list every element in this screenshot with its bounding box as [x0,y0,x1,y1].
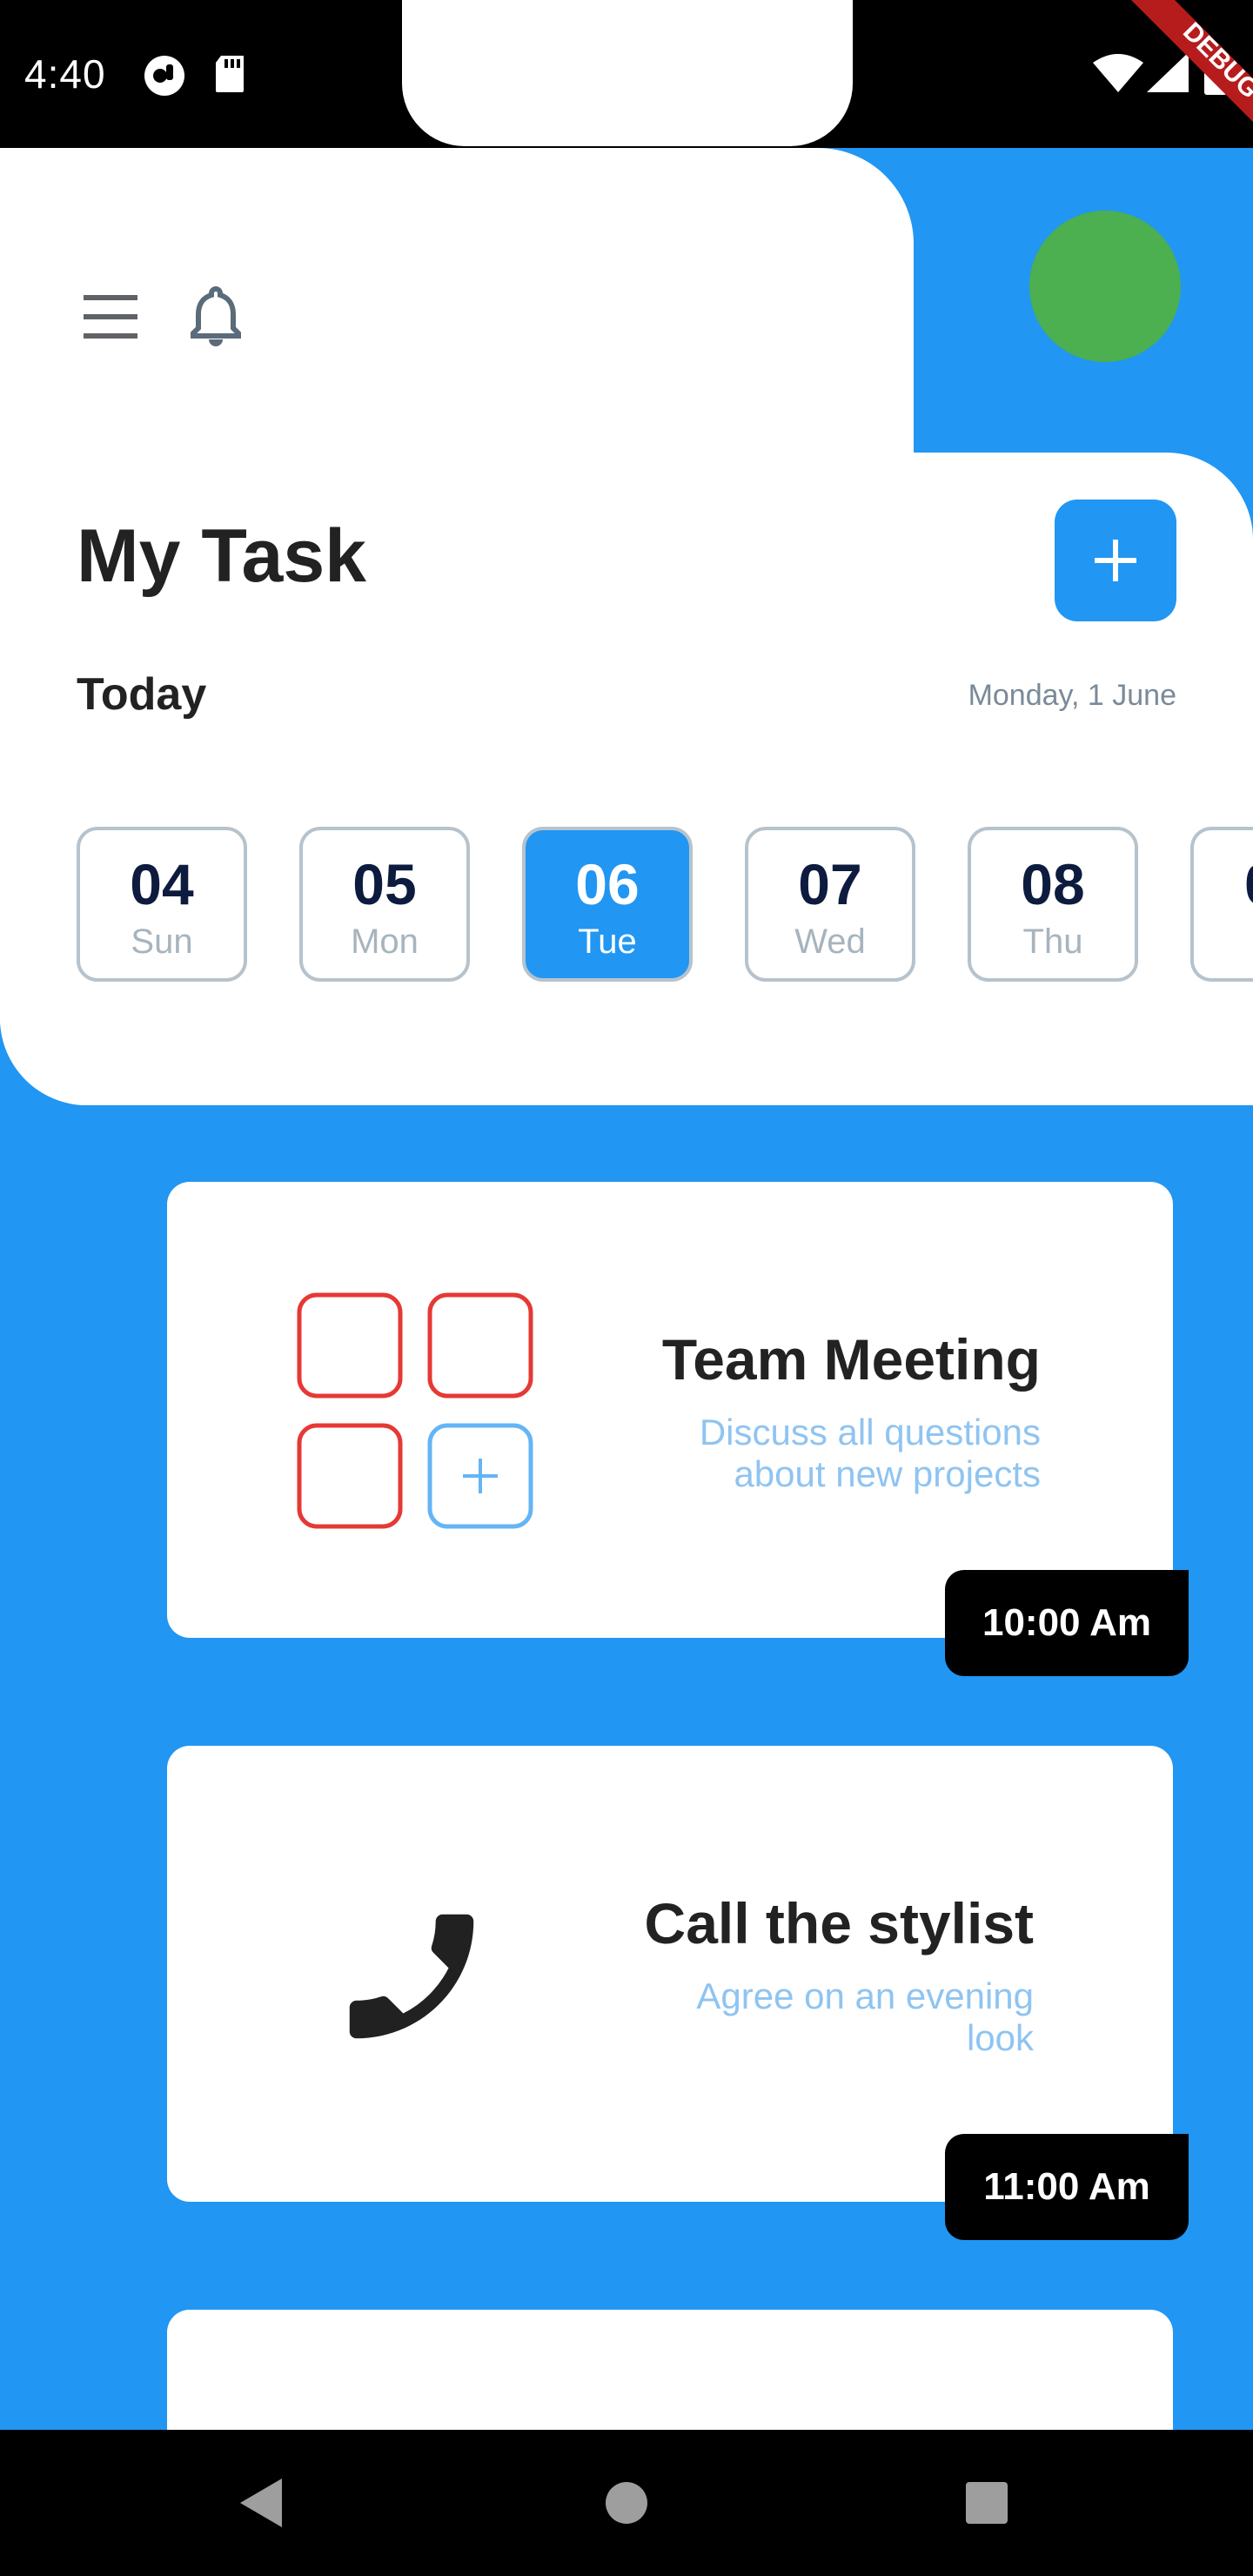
day-of-week: Sun [131,922,193,961]
svg-text:DEBUG: DEBUG [1177,17,1253,104]
home-icon[interactable] [604,2480,649,2526]
task-title: Team Meeting [661,1327,1041,1392]
day-chip-partial[interactable]: 0 [1190,827,1253,982]
day-chip-thu[interactable]: 08 Thu [968,827,1138,982]
today-label: Today [77,669,207,720]
page-title: My Task [77,514,366,598]
day-number: 07 [798,852,862,916]
day-of-week: Wed [794,922,866,961]
menu-icon[interactable] [80,292,141,342]
day-number: 08 [1021,852,1085,916]
day-chip-wed[interactable]: 07 Wed [745,827,915,982]
day-number: 04 [130,852,194,916]
task-card-partial[interactable] [167,2310,1173,2430]
avatar[interactable] [1029,211,1181,362]
day-number: 0 [1244,851,1253,917]
status-time: 4:40 [24,51,106,97]
back-icon[interactable] [237,2475,285,2531]
day-of-week: Thu [1022,922,1083,961]
task-description: Discuss all questions about new projects [699,1412,1041,1494]
plus-icon [1095,540,1136,581]
day-chip-sun[interactable]: 04 Sun [77,827,247,982]
day-of-week: Tue [578,922,637,961]
task-time-badge: 11:00 Am [945,2134,1189,2240]
task-time-badge: 10:00 Am [945,1570,1189,1676]
day-chip-mon[interactable]: 05 Mon [299,827,470,982]
grid-add-icon [297,1292,533,1529]
recents-icon[interactable] [964,2480,1009,2526]
circle-logo-icon [144,56,184,96]
debug-banner: DEBUG [1131,0,1253,122]
bell-icon[interactable] [188,284,244,348]
task-description: Agree on an evening look [696,1976,1034,2058]
add-task-button[interactable] [1055,500,1176,621]
day-of-week: Mon [351,922,419,961]
day-number: 06 [575,852,640,916]
phone-icon [349,1914,474,2039]
task-title: Call the stylist [644,1891,1034,1955]
day-chip-tue-selected[interactable]: 06 Tue [522,827,693,982]
day-number: 05 [352,852,417,916]
sd-card-icon [216,56,244,92]
date-label: Monday, 1 June [968,679,1176,712]
notch [402,0,853,146]
